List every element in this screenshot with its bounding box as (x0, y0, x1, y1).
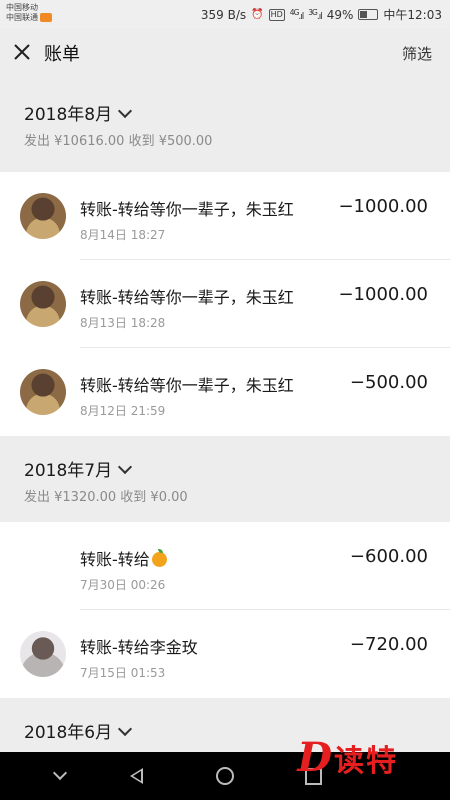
net-type-2: 3G (308, 8, 317, 17)
transaction-amount: −600.00 (350, 546, 428, 567)
clock: 中午12:03 (383, 6, 442, 23)
battery-percent: 49% (327, 8, 354, 22)
transaction-title: 转账-转给等你一辈子，朱玉红 (80, 196, 294, 220)
alarm-icon: ⏰ (251, 9, 263, 21)
chevron-down-icon (118, 460, 132, 474)
transaction-title: 转账-转给 (80, 546, 167, 570)
net-type-1: 4G (290, 8, 299, 17)
transaction-amount: −720.00 (350, 634, 428, 655)
status-bar: 中国移动 中国联通 359 B/s ⏰ HD 4G.ıl 3G.ıl 49% 中… (0, 0, 450, 28)
battery-icon (358, 9, 378, 20)
page-title: 账单 (44, 40, 80, 66)
transaction-time: 8月13日 18:28 (80, 314, 165, 331)
transaction-title: 转账-转给等你一辈子，朱玉红 (80, 372, 294, 396)
avatar (20, 369, 66, 415)
carrier-info: 中国移动 中国联通 (6, 3, 52, 23)
transaction-time: 8月14日 18:27 (80, 226, 165, 243)
transaction-title-text: 转账-转给 (80, 550, 150, 569)
transaction-list-aug: 转账-转给等你一辈子，朱玉红 8月14日 18:27 −1000.00 转账-转… (0, 172, 450, 436)
transaction-row[interactable]: 转账-转给等你一辈子，朱玉红 8月13日 18:28 −1000.00 (0, 260, 450, 348)
month-selector[interactable]: 2018年6月 (24, 718, 130, 743)
month-summary: 发出 ¥1320.00 收到 ¥0.00 (24, 486, 188, 505)
transaction-amount: −1000.00 (338, 284, 428, 305)
app-badge-icon (40, 13, 52, 22)
top-bar: 账单 筛选 (0, 28, 450, 78)
month-title: 2018年6月 (24, 723, 112, 743)
hide-nav-icon[interactable] (53, 766, 67, 780)
month-selector[interactable]: 2018年8月 (24, 100, 130, 125)
month-summary: 发出 ¥10616.00 收到 ¥500.00 (24, 130, 212, 149)
watermark-text: 读特 (334, 736, 398, 780)
transaction-title: 转账-转给等你一辈子，朱玉红 (80, 284, 294, 308)
transaction-time: 7月30日 00:26 (80, 576, 165, 593)
transaction-title: 转账-转给李金玫 (80, 634, 198, 658)
month-header-aug: 2018年8月 发出 ¥10616.00 收到 ¥500.00 (0, 78, 450, 166)
signal-3g-icon: 3G.ıl (308, 7, 321, 23)
month-selector[interactable]: 2018年7月 (24, 456, 130, 481)
signal-4g-icon: 4G.ıl (290, 7, 303, 23)
carrier-2: 中国联通 (6, 13, 38, 22)
avatar (20, 631, 66, 677)
hd-icon: HD (269, 9, 285, 21)
filter-button[interactable]: 筛选 (402, 43, 432, 64)
back-icon[interactable] (130, 768, 143, 784)
transaction-time: 7月15日 01:53 (80, 664, 165, 681)
transaction-list-jul: 转账-转给 7月30日 00:26 −600.00 转账-转给李金玫 7月15日… (0, 522, 450, 698)
month-title: 2018年8月 (24, 105, 112, 125)
avatar (20, 193, 66, 239)
close-icon[interactable] (12, 42, 32, 62)
transaction-amount: −500.00 (350, 372, 428, 393)
avatar (20, 281, 66, 327)
chevron-down-icon (118, 104, 132, 118)
chevron-down-icon (118, 722, 132, 736)
transaction-amount: −1000.00 (338, 196, 428, 217)
orange-icon (152, 552, 167, 567)
home-icon[interactable] (216, 767, 234, 785)
watermark-logo: D 读特 (297, 736, 398, 780)
month-title: 2018年7月 (24, 461, 112, 481)
transaction-time: 8月12日 21:59 (80, 402, 165, 419)
transaction-row[interactable]: 转账-转给李金玫 7月15日 01:53 −720.00 (0, 610, 450, 698)
watermark-letter: D (297, 738, 332, 778)
month-header-jul: 2018年7月 发出 ¥1320.00 收到 ¥0.00 (0, 436, 450, 522)
transaction-row[interactable]: 转账-转给 7月30日 00:26 −600.00 (0, 522, 450, 610)
transaction-row[interactable]: 转账-转给等你一辈子，朱玉红 8月12日 21:59 −500.00 (0, 348, 450, 436)
carrier-1: 中国移动 (6, 3, 52, 13)
network-speed: 359 B/s (201, 8, 246, 22)
transaction-row[interactable]: 转账-转给等你一辈子，朱玉红 8月14日 18:27 −1000.00 (0, 172, 450, 260)
